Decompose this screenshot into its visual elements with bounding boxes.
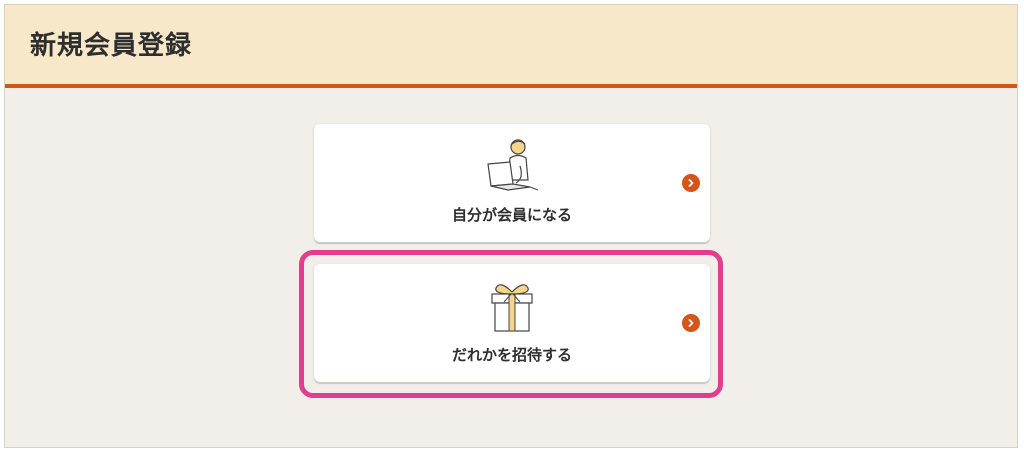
invite-someone-card[interactable]: だれかを招待する: [314, 264, 710, 382]
gift-box-icon: [491, 284, 533, 332]
chevron-right-icon[interactable]: [682, 314, 700, 332]
invite-someone-label: だれかを招待する: [451, 346, 572, 364]
chevron-right-icon[interactable]: [682, 174, 700, 192]
register-self-card[interactable]: 自分が会員になる: [314, 124, 710, 242]
page-title: 新規会員登録: [30, 31, 193, 61]
page-frame: 新規会員登録 自分が会員になる だれかを招待する: [4, 4, 1018, 448]
person-laptop-icon: [487, 139, 539, 191]
header-bar: 新規会員登録: [5, 5, 1017, 88]
register-self-label: 自分が会員になる: [451, 206, 572, 224]
